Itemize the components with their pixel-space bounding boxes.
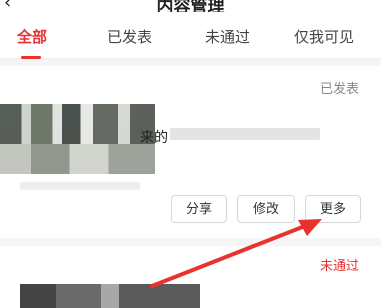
- status-badge: 已发表: [319, 82, 359, 97]
- post-card: 已发表 来的 分享 修改 更多: [0, 66, 381, 238]
- tab-published[interactable]: 已发表: [107, 27, 152, 47]
- post-thumbnail[interactable]: [20, 284, 200, 308]
- blurred-text: [20, 182, 140, 190]
- top-nav-bar: ‹ 内容管理: [0, 0, 381, 17]
- blurred-text: [170, 128, 320, 140]
- edit-button[interactable]: 修改: [237, 195, 295, 223]
- status-badge: 未通过: [319, 259, 359, 274]
- share-button[interactable]: 分享: [171, 195, 227, 223]
- tab-all[interactable]: 全部: [17, 27, 47, 47]
- post-card: 未通过: [0, 246, 381, 308]
- active-tab-indicator: [21, 56, 41, 59]
- more-button[interactable]: 更多: [305, 195, 361, 223]
- post-title[interactable]: 来的: [140, 127, 168, 147]
- post-thumbnail[interactable]: [0, 104, 155, 174]
- tab-rejected[interactable]: 未通过: [205, 27, 250, 47]
- tab-private[interactable]: 仅我可见: [294, 27, 354, 47]
- tab-bar: 全部 已发表 未通过 仅我可见: [0, 12, 381, 59]
